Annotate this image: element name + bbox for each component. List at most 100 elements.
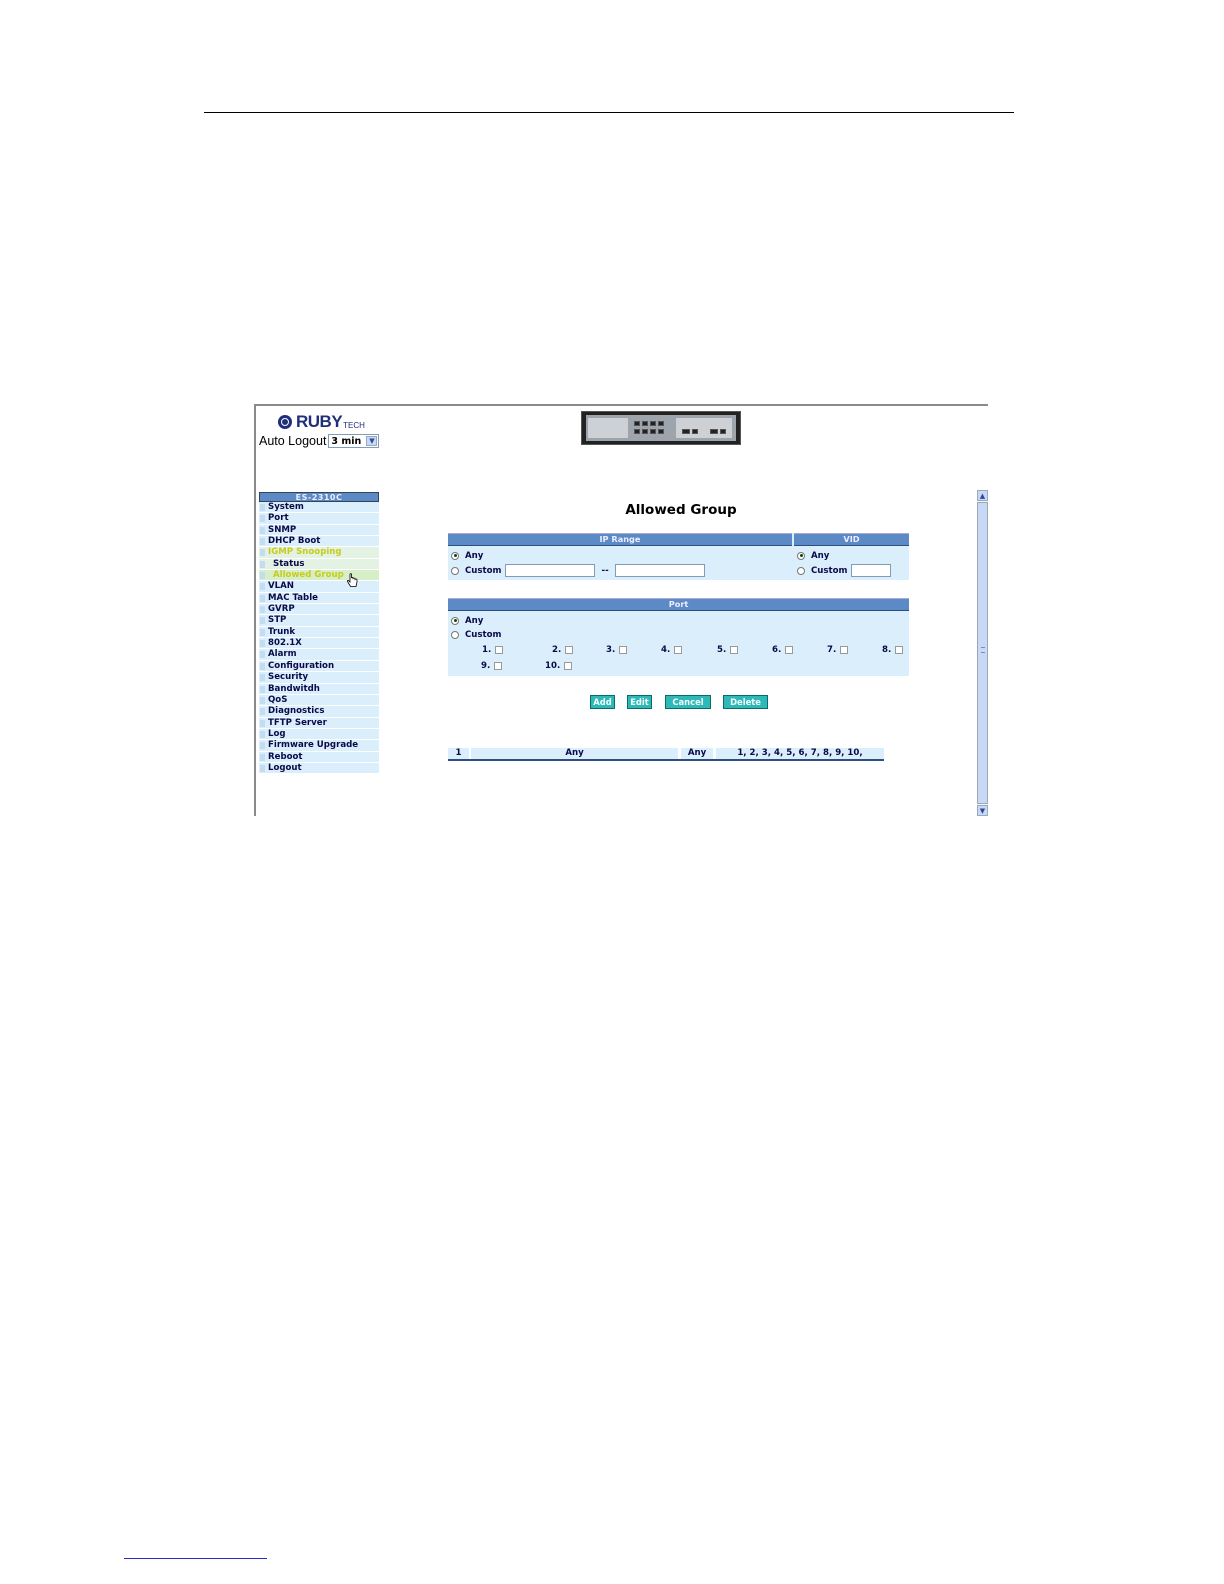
chevron-down-icon[interactable]: ▼ xyxy=(366,436,378,446)
sidebar-item-gvrp[interactable]: GVRP xyxy=(259,604,379,616)
hand-cursor-icon xyxy=(346,573,358,587)
sidebar-item-stp[interactable]: STP xyxy=(259,615,379,627)
auto-logout-value: 3 min xyxy=(331,435,362,447)
sidebar-item-qos[interactable]: QoS xyxy=(259,694,379,707)
vid-any-label: Any xyxy=(811,550,830,561)
port-any-label: Any xyxy=(465,615,484,626)
brand-suffix: TECH xyxy=(343,420,365,430)
vertical-scrollbar[interactable]: ▲ ▼ xyxy=(977,490,988,816)
vid-any-radio[interactable] xyxy=(797,551,805,560)
vid-custom-radio[interactable] xyxy=(797,566,805,575)
sidebar-item-alarm[interactable]: Alarm xyxy=(259,649,379,661)
ip-custom-option[interactable]: Custom -- xyxy=(451,564,705,577)
port-10-checkbox[interactable] xyxy=(564,662,573,670)
port-3[interactable]: 3. xyxy=(606,644,628,656)
sidebar-item-allowed-group[interactable]: Allowed Group xyxy=(259,570,379,582)
ip-custom-radio[interactable] xyxy=(451,566,459,575)
port-5-checkbox[interactable] xyxy=(730,646,739,654)
row-index: 1 xyxy=(448,748,469,759)
vid-header: VID xyxy=(794,533,909,546)
sidebar-item-reboot[interactable]: Reboot xyxy=(259,751,379,763)
sidebar-item-trunk[interactable]: Trunk xyxy=(259,626,379,639)
port-custom-option[interactable]: Custom xyxy=(451,628,502,641)
port-7-checkbox[interactable] xyxy=(840,646,849,654)
port-7[interactable]: 7. xyxy=(827,644,849,656)
ruby-logo-icon xyxy=(278,415,292,429)
port-1-checkbox[interactable] xyxy=(495,646,504,654)
ip-end-input[interactable] xyxy=(614,564,705,577)
ip-vid-table: IP Range VID Any Custom -- Any Custom xyxy=(448,533,909,580)
delete-button[interactable]: Delete xyxy=(723,695,768,709)
port-9[interactable]: 9. xyxy=(481,660,503,672)
sidebar-item-mac-table[interactable]: MAC Table xyxy=(259,592,379,605)
vid-custom-label: Custom xyxy=(811,565,848,576)
brand-name: RUBY xyxy=(296,412,343,431)
port-1[interactable]: 1. xyxy=(482,644,504,656)
port-9-checkbox[interactable] xyxy=(494,662,503,670)
sidebar-item-dhcp-boot[interactable]: DHCP Boot xyxy=(259,536,379,548)
ip-range-header: IP Range xyxy=(448,533,792,546)
port-any-radio[interactable] xyxy=(451,616,459,625)
row-ip-range: Any xyxy=(471,748,678,759)
vid-custom-option[interactable]: Custom xyxy=(797,564,891,577)
sidebar-item-status[interactable]: Status xyxy=(259,558,379,571)
sidebar-item-log[interactable]: Log xyxy=(259,728,379,741)
auto-logout-select[interactable]: 3 min ▼ xyxy=(328,434,380,448)
port-8[interactable]: 8. xyxy=(882,644,904,656)
port-header: Port xyxy=(448,598,909,611)
ip-any-label: Any xyxy=(465,550,484,561)
scroll-thumb[interactable] xyxy=(977,502,988,804)
port-any-option[interactable]: Any xyxy=(451,614,483,627)
vid-input[interactable] xyxy=(850,564,891,577)
sidebar-item-configuration[interactable]: Configuration xyxy=(259,660,379,673)
port-custom-label: Custom xyxy=(465,629,502,640)
browser-screenshot: RUBY TECH Auto Logout 3 min ▼ ES-2310C S… xyxy=(254,404,988,816)
row-ports: 1, 2, 3, 4, 5, 6, 7, 8, 9, 10, xyxy=(716,748,884,759)
brand-logo: RUBY TECH xyxy=(278,412,365,432)
port-5[interactable]: 5. xyxy=(717,644,739,656)
auto-logout-label: Auto Logout xyxy=(259,434,327,448)
sidebar-menu: ES-2310C System Port SNMP DHCP Boot IGMP… xyxy=(259,492,379,775)
sidebar-item-bandwidth[interactable]: Bandwitdh xyxy=(259,683,379,695)
ip-custom-label: Custom xyxy=(465,565,502,576)
table-row[interactable]: 1 Any Any 1, 2, 3, 4, 5, 6, 7, 8, 9, 10, xyxy=(448,748,884,761)
port-6-checkbox[interactable] xyxy=(785,646,794,654)
scroll-up-icon[interactable]: ▲ xyxy=(977,490,988,501)
port-8-checkbox[interactable] xyxy=(895,646,904,654)
vid-any-option[interactable]: Any xyxy=(797,549,829,562)
edit-button[interactable]: Edit xyxy=(627,695,652,709)
sidebar-item-8021x[interactable]: 802.1X xyxy=(259,638,379,650)
port-4-checkbox[interactable] xyxy=(674,646,683,654)
sidebar-item-security[interactable]: Security xyxy=(259,672,379,684)
auto-logout: Auto Logout 3 min ▼ xyxy=(259,434,380,448)
sidebar-header: ES-2310C xyxy=(259,492,379,502)
footer-link-underline xyxy=(124,1558,267,1559)
page-top-rule xyxy=(204,112,1014,113)
port-3-checkbox[interactable] xyxy=(619,646,628,654)
sidebar-item-logout[interactable]: Logout xyxy=(259,762,379,775)
ip-any-option[interactable]: Any xyxy=(451,549,483,562)
ip-start-input[interactable] xyxy=(504,564,595,577)
page-title: Allowed Group xyxy=(625,502,737,518)
ip-any-radio[interactable] xyxy=(451,551,459,560)
sidebar-item-port[interactable]: Port xyxy=(259,513,379,525)
sidebar-item-vlan[interactable]: VLAN xyxy=(259,581,379,593)
port-10[interactable]: 10. xyxy=(545,660,573,672)
sidebar-item-snmp[interactable]: SNMP xyxy=(259,524,379,537)
sidebar-item-diagnostics[interactable]: Diagnostics xyxy=(259,706,379,718)
port-table: Port Any Custom 1. 2. 3. 4. 5. 6. 7. 8. … xyxy=(448,598,909,676)
ip-range-separator: -- xyxy=(601,565,609,576)
scroll-down-icon[interactable]: ▼ xyxy=(977,805,988,816)
sidebar-item-tftp-server[interactable]: TFTP Server xyxy=(259,717,379,729)
row-vid: Any xyxy=(681,748,713,759)
cancel-button[interactable]: Cancel xyxy=(665,695,711,709)
sidebar-item-system[interactable]: System xyxy=(259,502,379,514)
port-4[interactable]: 4. xyxy=(661,644,683,656)
sidebar-item-igmp-snooping[interactable]: IGMP Snooping xyxy=(259,547,379,559)
port-2-checkbox[interactable] xyxy=(565,646,574,654)
add-button[interactable]: Add xyxy=(590,695,615,709)
sidebar-item-firmware-upgrade[interactable]: Firmware Upgrade xyxy=(259,740,379,752)
port-6[interactable]: 6. xyxy=(772,644,794,656)
port-custom-radio[interactable] xyxy=(451,630,459,639)
port-2[interactable]: 2. xyxy=(552,644,574,656)
